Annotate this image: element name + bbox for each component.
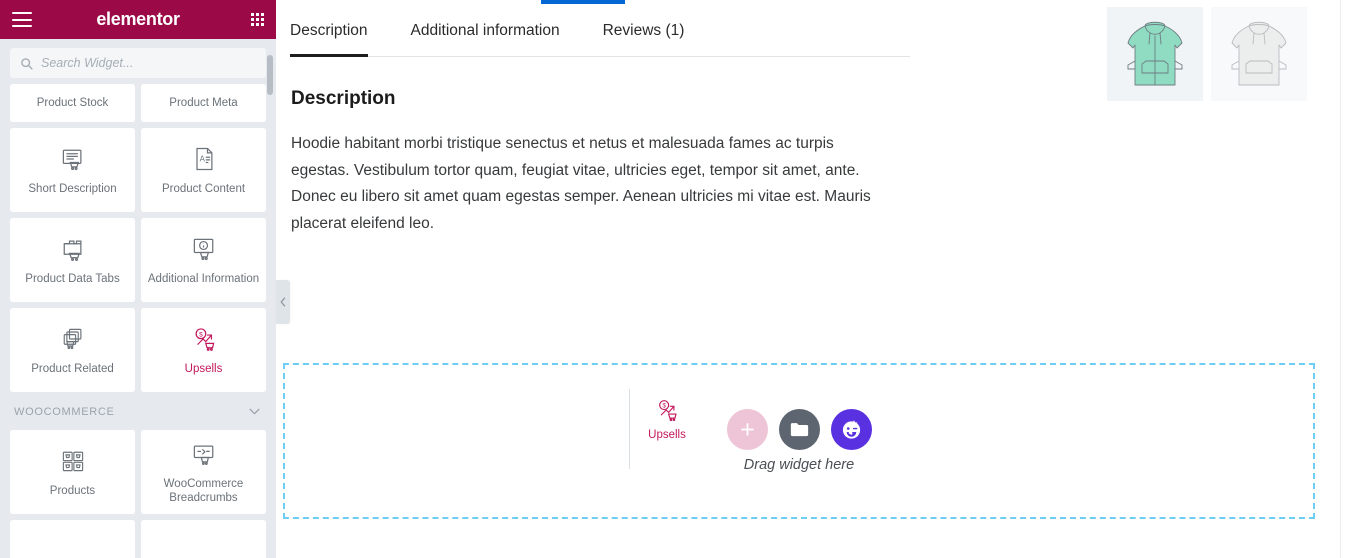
section-header-woocommerce[interactable]: WOOCOMMERCE	[0, 392, 276, 430]
hoodie-gray-image	[1231, 21, 1287, 86]
widget-label: Products	[49, 484, 96, 497]
widget-grid-woo2-partial	[0, 520, 276, 558]
dropzone-buttons	[726, 409, 872, 450]
widget-label: Product Data Tabs	[25, 272, 120, 285]
widget-grid-row2: Short Description A Product Content	[0, 128, 276, 212]
search-box[interactable]	[10, 48, 266, 78]
chevron-left-icon	[280, 297, 286, 307]
section-highlight-bar	[541, 0, 625, 4]
additional-information-icon	[190, 234, 218, 264]
elementor-editor: elementor Product Stock	[0, 0, 1348, 558]
chevron-down-icon	[249, 406, 260, 418]
widget-grid-woo1: Products WooCommerce Breadcrumbs	[0, 430, 276, 514]
add-template-button[interactable]	[778, 409, 820, 450]
panel-collapse-toggle[interactable]	[276, 280, 290, 324]
svg-text:A: A	[199, 154, 205, 163]
hoodie-gray-thumbnail[interactable]	[1211, 7, 1307, 101]
description-heading: Description	[291, 88, 396, 109]
widget-card-additional-information[interactable]: Additional Information	[141, 218, 266, 302]
widget-label: Additional Information	[147, 272, 260, 285]
description-body: Hoodie habitant morbi tristique senectus…	[291, 135, 871, 232]
widget-label: Product Content	[161, 182, 246, 195]
ai-face-icon	[842, 420, 860, 439]
widget-grid-row3: Product Data Tabs Additional Information	[0, 218, 276, 302]
tab-description[interactable]: Description	[290, 22, 368, 57]
search-widget-wrap	[0, 39, 276, 84]
products-icon	[59, 446, 87, 476]
widget-card-products[interactable]: Products	[10, 430, 135, 514]
drag-ghost-divider	[629, 389, 630, 469]
widget-label: WooCommerce Breadcrumbs	[163, 477, 244, 504]
product-related-icon	[59, 324, 87, 354]
panel-body: Product Stock Product Meta	[0, 39, 276, 558]
upsells-icon: $	[190, 324, 218, 354]
product-data-tabs-icon	[59, 234, 87, 264]
widget-card-partial-left[interactable]	[10, 520, 135, 558]
tab-additional-information[interactable]: Additional information	[411, 22, 560, 56]
search-input[interactable]	[41, 56, 256, 70]
widget-label: Upsells	[184, 362, 223, 375]
widget-dropzone[interactable]: Drag widget here $ Upsells	[283, 363, 1315, 519]
hamburger-icon[interactable]	[12, 12, 32, 27]
widget-label: Product Related	[31, 362, 114, 375]
section-title: WOOCOMMERCE	[14, 406, 115, 418]
widget-card-upsells[interactable]: $ Upsells	[141, 308, 266, 392]
widget-card-product-data-tabs[interactable]: Product Data Tabs	[10, 218, 135, 302]
widget-card-product-stock[interactable]: Product Stock	[10, 84, 135, 122]
panel-header: elementor	[0, 0, 276, 39]
plus-icon	[740, 423, 754, 436]
panel-scrollbar-thumb[interactable]	[267, 55, 273, 95]
product-data-tabs: Description Additional information Revie…	[290, 22, 910, 57]
widget-card-short-description[interactable]: Short Description	[10, 128, 135, 212]
widget-panel: elementor Product Stock	[0, 0, 276, 558]
add-widget-button[interactable]	[726, 409, 768, 450]
tab-reviews[interactable]: Reviews (1)	[603, 22, 685, 56]
svg-text:$: $	[199, 331, 203, 338]
panel-scrollbar[interactable]	[267, 55, 273, 512]
widget-card-partial-right[interactable]	[141, 520, 266, 558]
short-description-icon	[59, 144, 87, 174]
editor-canvas: Description Additional information Revie…	[276, 0, 1348, 558]
dropzone-hint: Drag widget here	[743, 457, 855, 473]
widget-card-product-content[interactable]: A Product Content	[141, 128, 266, 212]
widget-label: Product Meta	[169, 96, 238, 109]
folder-icon	[790, 423, 808, 437]
product-gallery-thumbnails	[1107, 7, 1307, 101]
widget-card-product-meta[interactable]: Product Meta	[141, 84, 266, 122]
hoodie-green-thumbnail[interactable]	[1107, 7, 1203, 101]
grid-apps-icon[interactable]	[251, 13, 264, 26]
woocommerce-breadcrumbs-icon	[190, 439, 218, 469]
widget-card-product-related[interactable]: Product Related	[10, 308, 135, 392]
widget-label: Product Stock	[36, 96, 109, 109]
widget-card-woocommerce-breadcrumbs[interactable]: WooCommerce Breadcrumbs	[141, 430, 266, 514]
product-content-icon: A	[190, 144, 218, 174]
widget-label: Short Description	[28, 182, 117, 195]
search-icon	[21, 57, 33, 70]
canvas-right-edge	[1340, 0, 1341, 558]
widget-grid-row4: Product Related $ Upsells	[0, 308, 276, 392]
widget-grid-row1: Product Stock Product Meta	[0, 84, 276, 122]
elementor-logo-text: elementor	[96, 9, 180, 29]
dropzone-center: Drag widget here	[285, 365, 1313, 517]
hoodie-green-image	[1127, 21, 1183, 86]
elementor-ai-button[interactable]	[830, 409, 872, 450]
